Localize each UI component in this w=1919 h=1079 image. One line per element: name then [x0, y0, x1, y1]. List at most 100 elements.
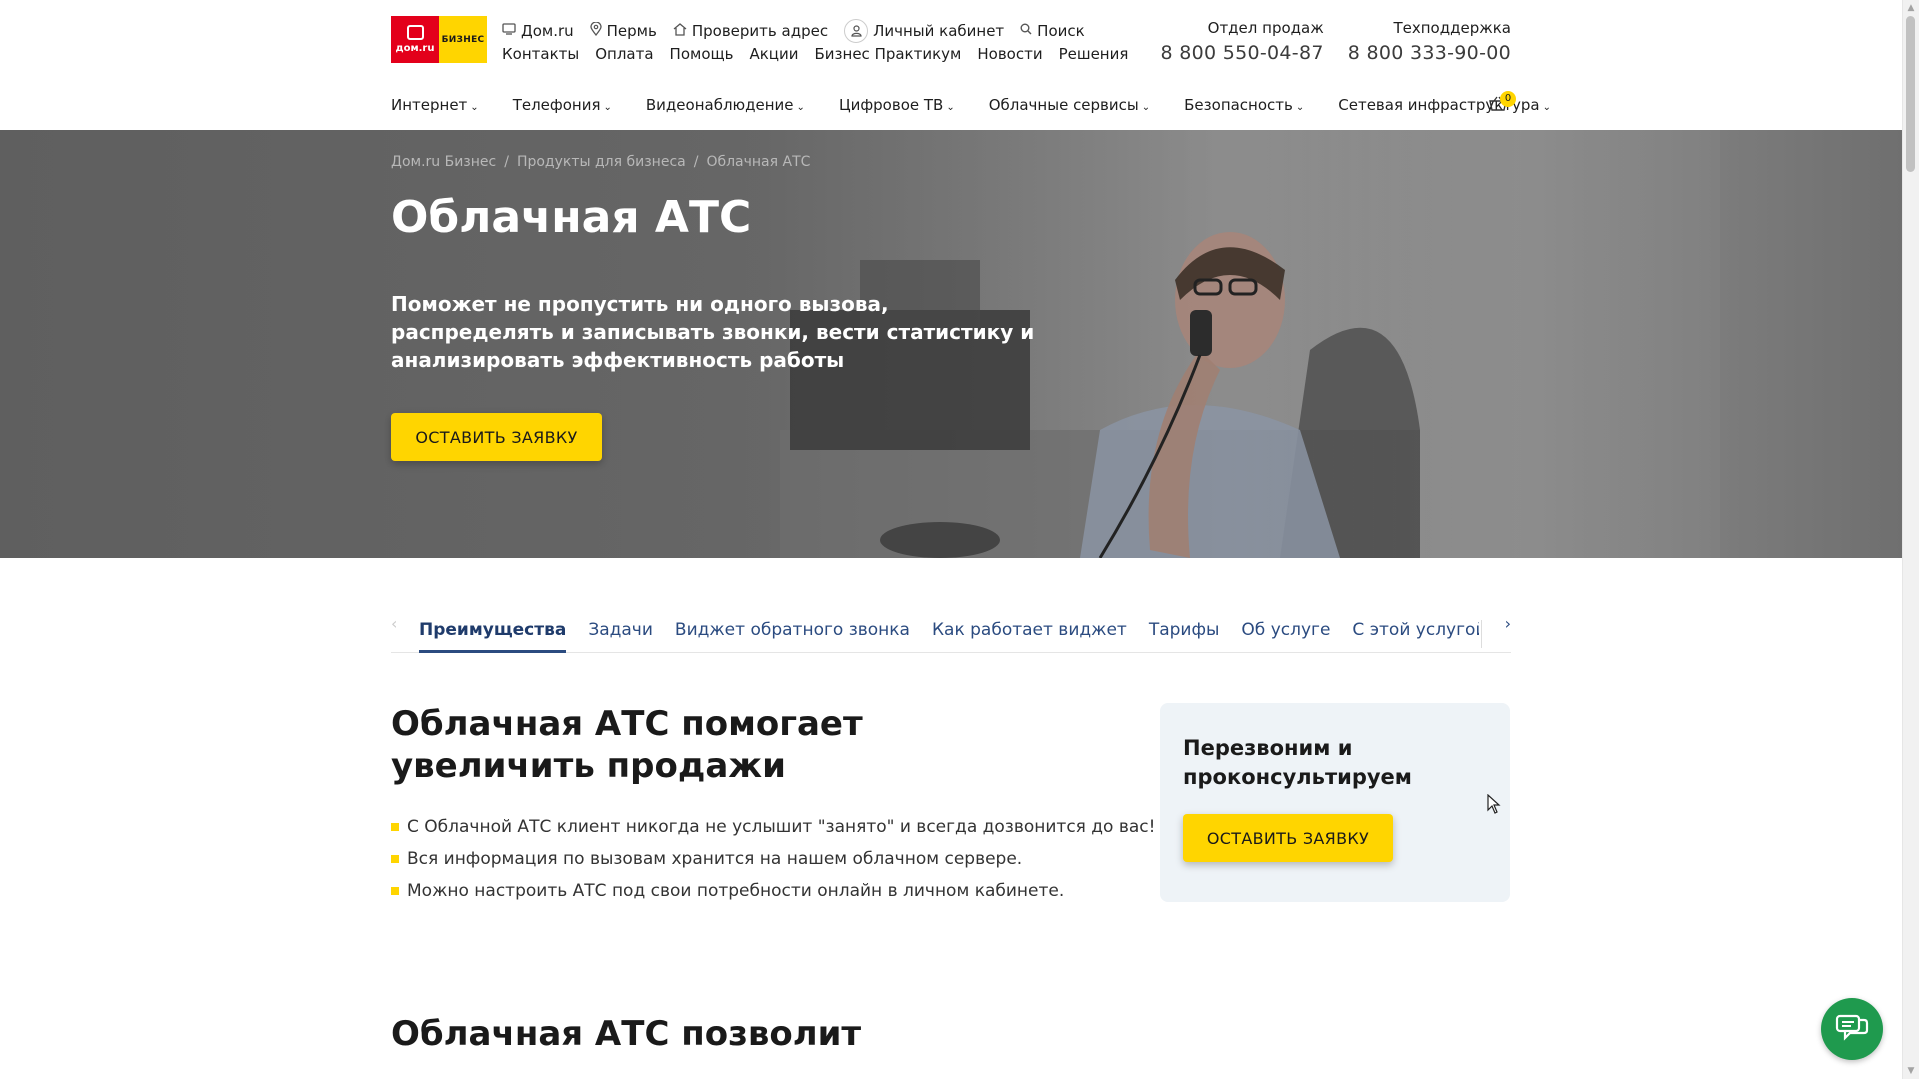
- domru-link[interactable]: Дом.ru: [502, 22, 574, 40]
- domru-link-label: Дом.ru: [521, 22, 574, 40]
- breadcrumb-separator: /: [693, 154, 699, 170]
- chevron-down-icon: ⌄: [1542, 102, 1552, 113]
- menu-telephony[interactable]: Телефония ⌄: [513, 96, 612, 114]
- city-label: Пермь: [606, 22, 657, 40]
- page: дом.ru БИЗНЕС Дом.ru Пермь Проверить адр…: [0, 0, 1903, 1079]
- list-item: Можно настроить АТС под свои потребности…: [391, 875, 1155, 907]
- logo[interactable]: дом.ru БИЗНЕС: [391, 16, 487, 63]
- breadcrumb-products[interactable]: Продукты для бизнеса: [517, 154, 686, 170]
- location-icon: [590, 21, 602, 40]
- breadcrumb-home[interactable]: Дом.ru Бизнес: [391, 154, 496, 170]
- nav-promotions[interactable]: Акции: [749, 45, 798, 63]
- menu-internet[interactable]: Интернет ⌄: [391, 96, 479, 114]
- account-link[interactable]: Личный кабинет: [844, 19, 1004, 43]
- mouse-cursor-icon: [1487, 794, 1501, 814]
- menu-tv[interactable]: Цифровое ТВ ⌄: [839, 96, 955, 114]
- chevron-down-icon: ⌄: [1295, 102, 1305, 113]
- chevron-down-icon: ⌄: [1141, 102, 1151, 113]
- tabs-scroll-right-icon[interactable]: ›: [1505, 614, 1511, 633]
- tab-advantages[interactable]: Преимущества: [419, 620, 567, 653]
- menu-security[interactable]: Безопасность ⌄: [1184, 96, 1304, 114]
- top-links: Дом.ru Пермь Проверить адрес Личный каби…: [502, 19, 1085, 43]
- list-item-text: Вся информация по вызовам хранится на на…: [407, 849, 1023, 869]
- advantages-list: С Облачной АТС клиент никогда не услышит…: [391, 811, 1155, 907]
- breadcrumb-current: Облачная АТС: [706, 154, 811, 170]
- nav-solutions[interactable]: Решения: [1059, 45, 1129, 63]
- chevron-down-icon: ⌄: [603, 102, 612, 113]
- check-address-label: Проверить адрес: [691, 22, 829, 40]
- bullet-square: [391, 887, 399, 895]
- section-title-allows: Облачная АТС позволит: [391, 1014, 862, 1054]
- section-tabs: ‹ Преимущества Задачи Виджет обратного з…: [391, 612, 1511, 653]
- logo-text: дом.ru: [395, 43, 435, 54]
- monitor-icon: [502, 23, 516, 39]
- menu-video-label: Видеонаблюдение: [645, 96, 794, 114]
- site-header: дом.ru БИЗНЕС Дом.ru Пермь Проверить адр…: [0, 0, 1903, 131]
- menu-telephony-label: Телефония: [512, 96, 601, 114]
- tabs-list: Преимущества Задачи Виджет обратного зво…: [419, 620, 1479, 653]
- city-selector[interactable]: Пермь: [590, 21, 657, 40]
- tabs-scroll-left-icon[interactable]: ‹: [391, 614, 397, 633]
- secondary-nav: Контакты Оплата Помощь Акции Бизнес Прак…: [502, 45, 1128, 63]
- page-scrollbar[interactable]: ▲ ▼: [1902, 0, 1919, 1079]
- chevron-down-icon: ⌄: [470, 102, 479, 113]
- logo-red: дом.ru: [391, 16, 439, 63]
- menu-cloud-label: Облачные сервисы: [988, 96, 1139, 114]
- sales-phone-block: Отдел продаж 8 800 550-04-87: [1160, 19, 1323, 64]
- chevron-down-icon: ⌄: [946, 102, 955, 113]
- menu-network[interactable]: Сетевая инфраструктура ⌄: [1338, 96, 1551, 114]
- section-title-sales: Облачная АТС помогает увеличить продажи: [391, 704, 863, 786]
- list-item-text: Можно настроить АТС под свои потребности…: [407, 881, 1065, 901]
- logo-business-text: БИЗНЕС: [441, 34, 485, 45]
- scroll-up-icon[interactable]: ▲: [1903, 0, 1919, 16]
- account-label: Личный кабинет: [873, 22, 1005, 40]
- menu-tv-label: Цифровое ТВ: [838, 96, 944, 114]
- bullet-square: [391, 823, 399, 831]
- search-icon: [1020, 23, 1032, 39]
- tab-about-service[interactable]: Об услуге: [1241, 620, 1330, 653]
- list-item: С Облачной АТС клиент никогда не услышит…: [391, 811, 1155, 843]
- bullet-square: [391, 855, 399, 863]
- cart-button[interactable]: 0: [1489, 91, 1516, 114]
- sales-phone-number[interactable]: 8 800 550-04-87: [1160, 42, 1323, 64]
- menu-internet-label: Интернет: [391, 96, 468, 114]
- house-icon: [673, 22, 687, 40]
- support-phone-block: Техподдержка 8 800 333-90-00: [1348, 19, 1511, 64]
- tab-how-widget-works[interactable]: Как работает виджет: [932, 620, 1127, 653]
- scroll-down-icon[interactable]: ▼: [1903, 1063, 1919, 1079]
- nav-contacts[interactable]: Контакты: [502, 45, 579, 63]
- support-phone-label: Техподдержка: [1393, 19, 1511, 37]
- chat-button[interactable]: [1821, 998, 1883, 1060]
- tabs-divider: [1481, 620, 1485, 648]
- menu-video[interactable]: Видеонаблюдение ⌄: [646, 96, 805, 114]
- menu-security-label: Безопасность: [1184, 96, 1293, 114]
- phones: Отдел продаж 8 800 550-04-87 Техподдержк…: [1160, 19, 1511, 64]
- user-icon: [844, 19, 869, 43]
- chat-icon: [1835, 1014, 1869, 1041]
- check-address-link[interactable]: Проверить адрес: [673, 22, 828, 40]
- tab-also-bought[interactable]: С этой услугой обычно покупают: [1352, 620, 1479, 653]
- scrollbar-thumb[interactable]: [1906, 16, 1915, 172]
- logo-yellow: БИЗНЕС: [439, 16, 487, 63]
- hero-subtitle: Поможет не пропустить ни одного вызова, …: [391, 292, 1035, 372]
- page-title: Облачная АТС: [391, 192, 752, 243]
- hero-request-button[interactable]: ОСТАВИТЬ ЗАЯВКУ: [391, 413, 602, 461]
- list-item: Вся информация по вызовам хранится на на…: [391, 843, 1155, 875]
- callback-card-title: Перезвоним и проконсультируем: [1183, 736, 1412, 789]
- tab-tasks[interactable]: Задачи: [588, 620, 653, 653]
- list-item-text: С Облачной АТС клиент никогда не услышит…: [407, 817, 1156, 837]
- card-request-button[interactable]: ОСТАВИТЬ ЗАЯВКУ: [1183, 814, 1393, 862]
- nav-business-practicum[interactable]: Бизнес Практикум: [815, 45, 962, 63]
- breadcrumb-separator: /: [504, 154, 509, 170]
- tab-tariffs[interactable]: Тарифы: [1149, 620, 1220, 653]
- main-menu: Интернет ⌄ Телефония ⌄ Видеонаблюдение ⌄ Ци…: [391, 96, 1585, 114]
- tab-callback-widget[interactable]: Виджет обратного звонка: [675, 620, 910, 653]
- search-link[interactable]: Поиск: [1020, 22, 1085, 40]
- support-phone-number[interactable]: 8 800 333-90-00: [1348, 42, 1511, 64]
- hero-banner: Дом.ru Бизнес / Продукты для бизнеса / О…: [0, 130, 1903, 558]
- nav-help[interactable]: Помощь: [670, 45, 734, 63]
- nav-payment[interactable]: Оплата: [595, 45, 653, 63]
- nav-news[interactable]: Новости: [977, 45, 1042, 63]
- chevron-down-icon: ⌄: [796, 102, 805, 113]
- menu-cloud[interactable]: Облачные сервисы ⌄: [989, 96, 1150, 114]
